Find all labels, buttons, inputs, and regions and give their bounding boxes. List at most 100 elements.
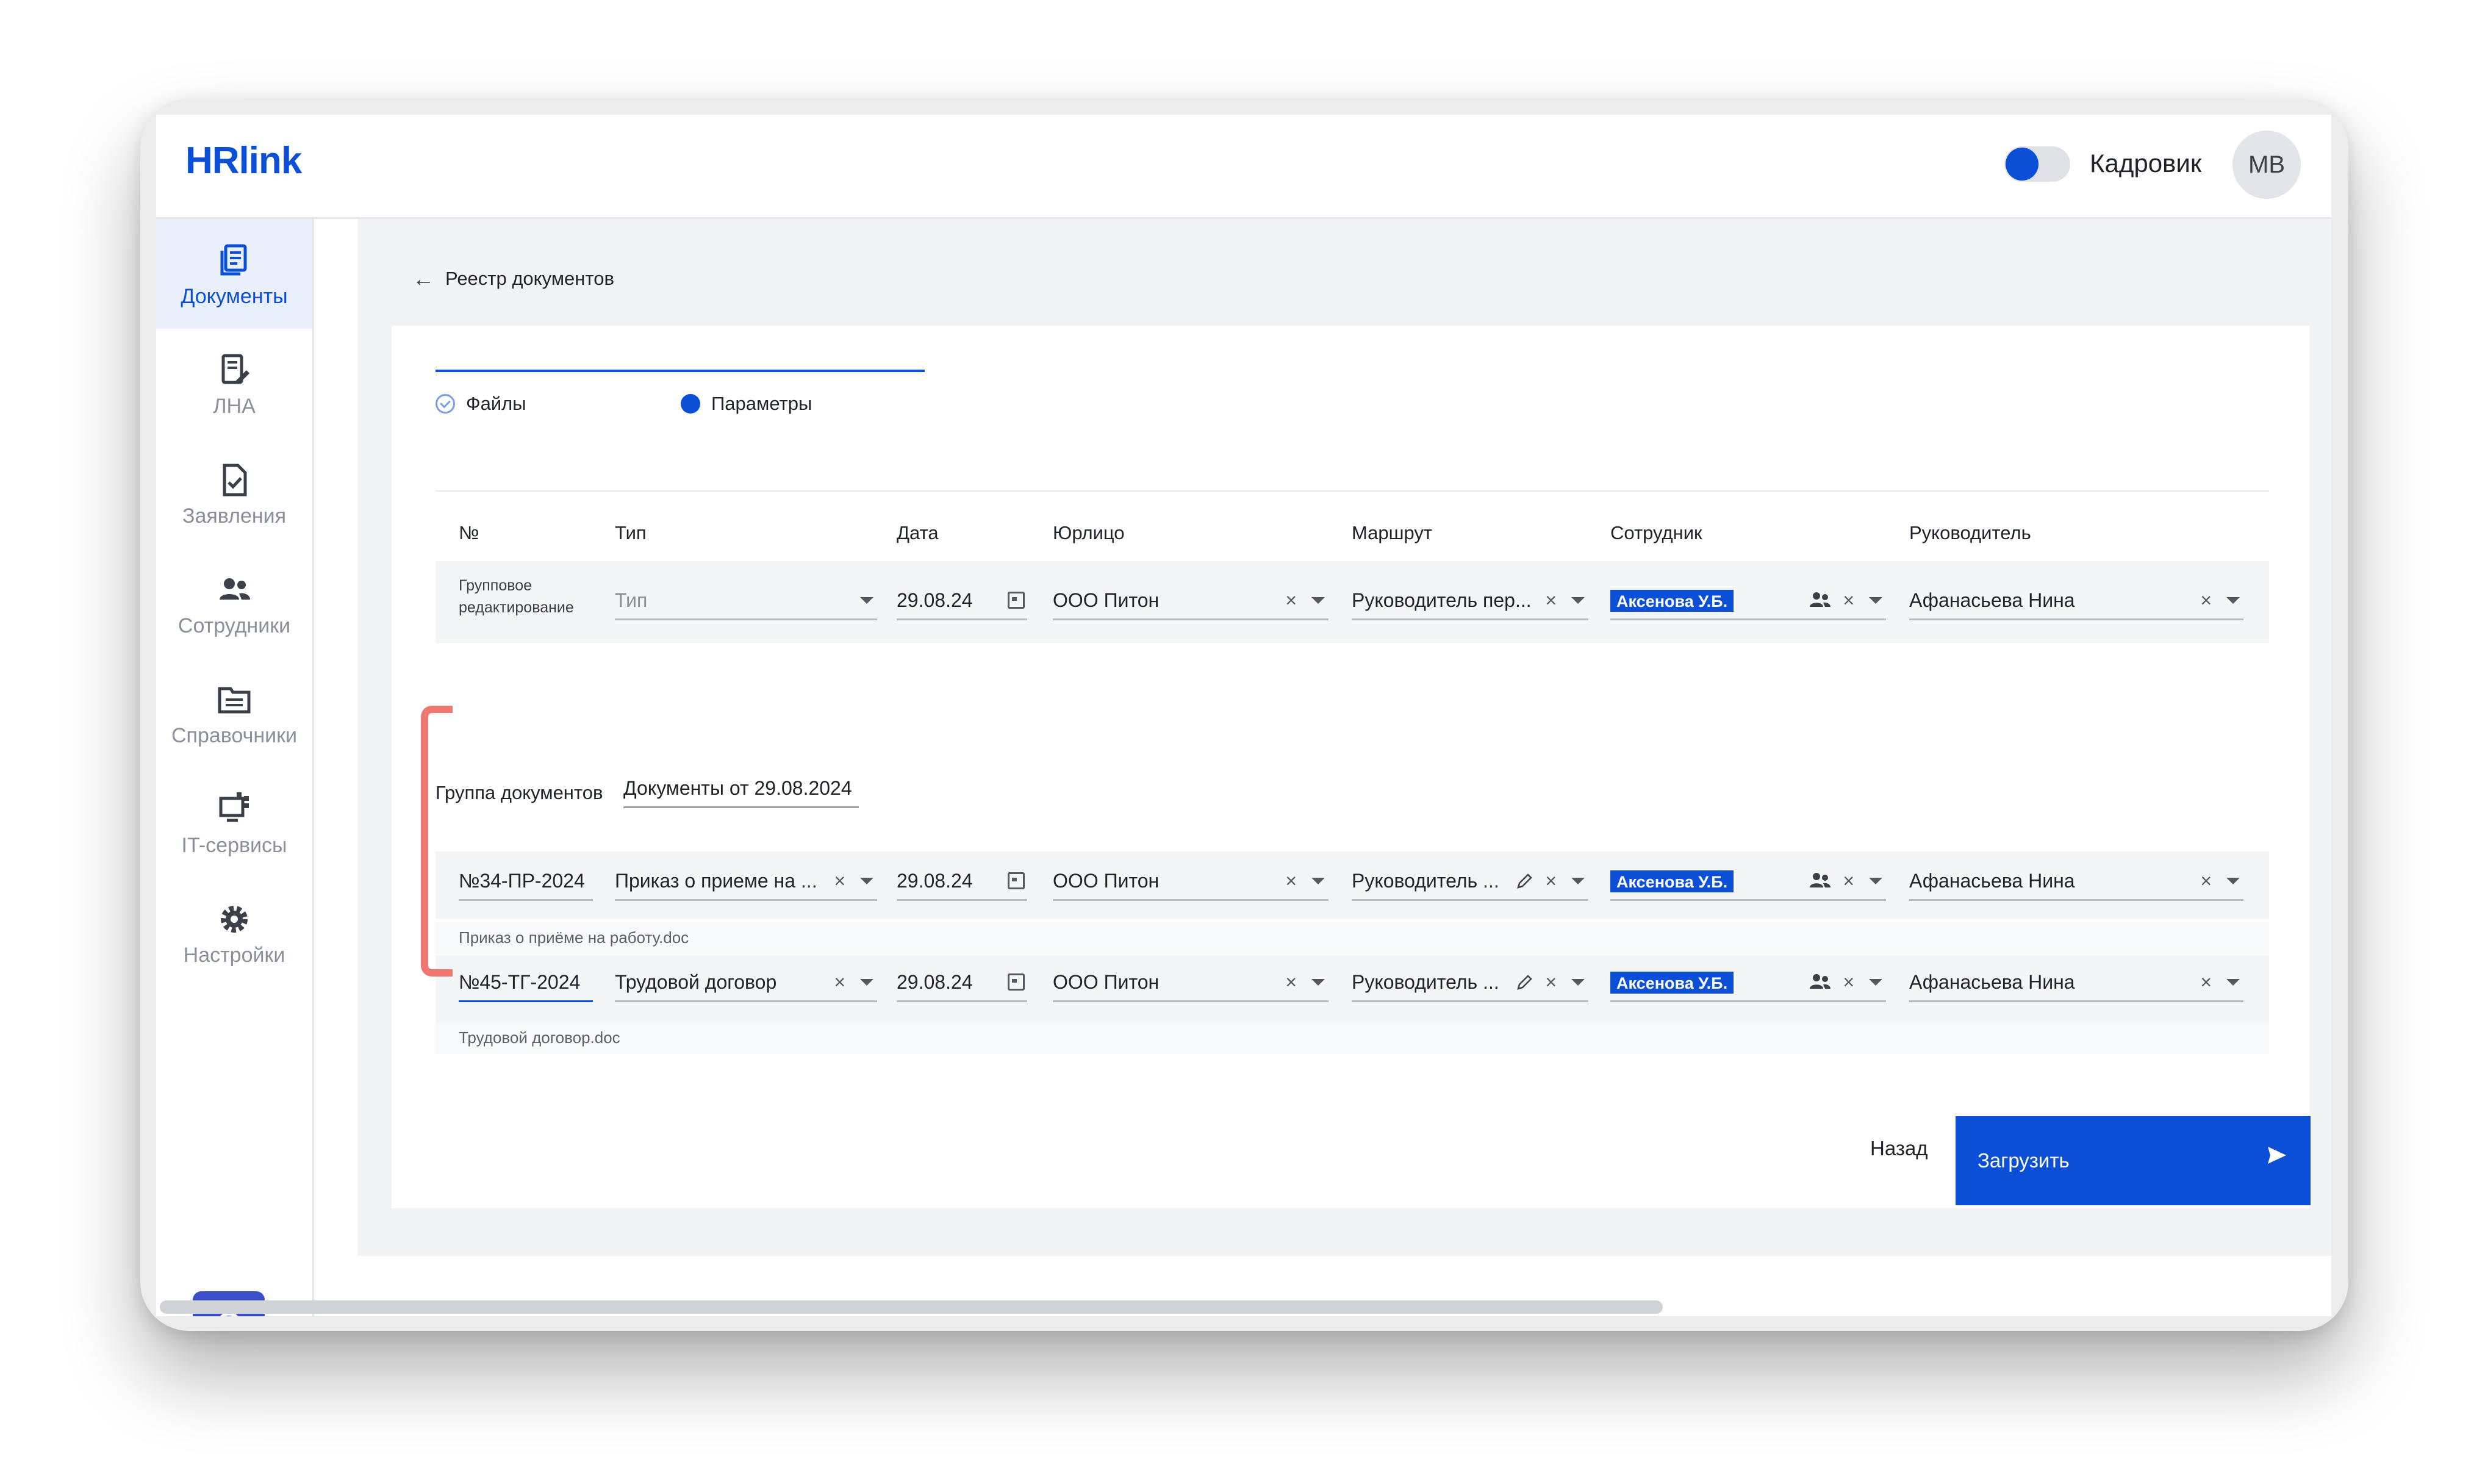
route-select[interactable]: Руководитель ... × — [1352, 862, 1588, 901]
close-icon[interactable]: × — [2200, 870, 2212, 892]
route-value: Руководитель ... — [1352, 869, 1499, 892]
people-icon[interactable] — [1809, 872, 1832, 890]
people-icon[interactable] — [1809, 591, 1832, 609]
step-progress-line — [436, 370, 925, 372]
chevron-down-icon[interactable] — [1571, 877, 1585, 884]
sidebar-item-label: IT-сервисы — [181, 834, 287, 857]
hrlink-logo[interactable]: HRlink — [185, 139, 302, 182]
close-icon[interactable]: × — [1843, 870, 1854, 892]
check-circle-icon — [436, 394, 455, 414]
breadcrumb[interactable]: ← Реестр документов — [412, 266, 614, 292]
legal-entity-select[interactable]: ООО Питон × — [1053, 964, 1329, 1002]
sidebar-item-label: Заявления — [182, 504, 287, 528]
document-number-input[interactable]: №45-ТГ-2024 — [459, 964, 593, 1002]
sidebar: Документы ЛНА Заявления Сотрудники Справ… — [156, 219, 312, 1316]
sidebar-item-employees[interactable]: Сотрудники — [156, 548, 312, 658]
calendar-icon[interactable] — [1008, 872, 1025, 889]
back-button[interactable]: Назад — [1870, 1137, 1928, 1160]
calendar-icon[interactable] — [1008, 592, 1025, 609]
close-icon[interactable]: × — [2200, 589, 2212, 612]
avatar[interactable]: MB — [2232, 131, 2301, 199]
chevron-down-icon[interactable] — [1311, 877, 1325, 884]
upload-button[interactable]: Загрузить — [1956, 1116, 2311, 1205]
chevron-down-icon[interactable] — [2226, 597, 2240, 604]
sidebar-item-applications[interactable]: Заявления — [156, 439, 312, 548]
manager-value: Афанасьева Нина — [1909, 589, 2075, 611]
chevron-down-icon[interactable] — [2226, 877, 2240, 884]
sidebar-item-directories[interactable]: Справочники — [156, 658, 312, 768]
employee-chip[interactable]: Аксенова У.Б. — [1610, 589, 1734, 612]
chevron-down-icon[interactable] — [860, 597, 873, 604]
group-legal-entity-select[interactable]: ООО Питон × — [1053, 582, 1329, 620]
column-header-route: Маршрут — [1352, 522, 1433, 543]
close-icon[interactable]: × — [1545, 971, 1557, 994]
route-select[interactable]: Руководитель ... × — [1352, 964, 1588, 1002]
chevron-down-icon[interactable] — [1571, 597, 1585, 604]
close-icon[interactable]: × — [834, 870, 845, 892]
send-icon — [2268, 1147, 2286, 1164]
sidebar-divider — [312, 219, 314, 1316]
step-files[interactable]: Файлы — [436, 393, 526, 415]
close-icon[interactable]: × — [834, 971, 845, 994]
close-icon[interactable]: × — [1843, 971, 1854, 994]
file-name: Приказ о приёме на работу.doc — [459, 928, 689, 947]
employee-chip[interactable]: Аксенова У.Б. — [1610, 870, 1734, 892]
chevron-down-icon[interactable] — [2226, 978, 2240, 986]
people-icon[interactable] — [1809, 973, 1832, 991]
sidebar-item-label: Справочники — [171, 724, 297, 747]
column-header-date: Дата — [897, 522, 939, 543]
close-icon[interactable]: × — [1843, 589, 1854, 612]
close-icon[interactable]: × — [1285, 589, 1297, 612]
sidebar-item-label: ЛНА — [213, 395, 256, 418]
document-date-field[interactable]: 29.08.24 — [897, 862, 1027, 901]
pencil-icon[interactable] — [1516, 973, 1534, 991]
legal-entity-select[interactable]: ООО Питон × — [1053, 862, 1329, 901]
step-parameters[interactable]: Параметры — [681, 393, 812, 415]
document-type-select[interactable]: Приказ о приеме на ... × — [615, 862, 877, 901]
sidebar-item-label: Сотрудники — [178, 614, 291, 637]
document-type-select[interactable]: Трудовой договор × — [615, 964, 877, 1002]
close-icon[interactable]: × — [1545, 589, 1557, 612]
group-route-select[interactable]: Руководитель пер... × — [1352, 582, 1588, 620]
sidebar-item-documents[interactable]: Документы — [156, 219, 312, 329]
group-date-field[interactable]: 29.08.24 — [897, 582, 1027, 620]
group-type-select[interactable]: Тип — [615, 582, 877, 620]
type-value: Приказ о приеме на ... — [615, 869, 817, 892]
employee-select[interactable]: Аксенова У.Б. × — [1610, 862, 1886, 901]
group-edit-label: Групповое редактирование — [459, 577, 574, 616]
group-documents-input[interactable]: Документы от 29.08.2024 — [623, 770, 859, 808]
highlight-bracket — [421, 706, 453, 977]
close-icon[interactable]: × — [2200, 971, 2212, 994]
close-icon[interactable]: × — [1285, 870, 1297, 892]
manager-select[interactable]: Афанасьева Нина × — [1909, 964, 2243, 1002]
horizontal-scrollbar[interactable] — [160, 1300, 1663, 1314]
close-icon[interactable]: × — [1285, 971, 1297, 994]
role-toggle[interactable] — [2004, 146, 2070, 182]
applications-icon — [223, 464, 247, 496]
close-icon[interactable]: × — [1545, 870, 1557, 892]
sidebar-item-lna[interactable]: ЛНА — [156, 329, 312, 439]
employee-select[interactable]: Аксенова У.Б. × — [1610, 964, 1886, 1002]
directories-icon — [218, 687, 251, 714]
chevron-down-icon[interactable] — [1869, 978, 1882, 986]
chevron-down-icon[interactable] — [1869, 877, 1882, 884]
group-employee-select[interactable]: Аксенова У.Б. × — [1610, 582, 1886, 620]
calendar-icon[interactable] — [1008, 973, 1025, 991]
step-label: Файлы — [466, 393, 526, 414]
date-value: 29.08.24 — [897, 869, 973, 892]
top-bar: HRlink Кадровик MB — [156, 115, 2331, 219]
group-manager-select[interactable]: Афанасьева Нина × — [1909, 582, 2243, 620]
employee-chip[interactable]: Аксенова У.Б. — [1610, 971, 1734, 994]
chevron-down-icon[interactable] — [860, 877, 873, 884]
chevron-down-icon[interactable] — [1869, 597, 1882, 604]
sidebar-item-it-services[interactable]: IT-сервисы — [156, 768, 312, 878]
pencil-icon[interactable] — [1516, 872, 1534, 890]
sidebar-item-settings[interactable]: Настройки — [156, 878, 312, 988]
chevron-down-icon[interactable] — [1571, 978, 1585, 986]
chevron-down-icon[interactable] — [1311, 978, 1325, 986]
document-date-field[interactable]: 29.08.24 — [897, 964, 1027, 1002]
document-number-input[interactable]: №34-ПР-2024 — [459, 862, 593, 901]
chevron-down-icon[interactable] — [1311, 597, 1325, 604]
chevron-down-icon[interactable] — [860, 978, 873, 986]
manager-select[interactable]: Афанасьева Нина × — [1909, 862, 2243, 901]
